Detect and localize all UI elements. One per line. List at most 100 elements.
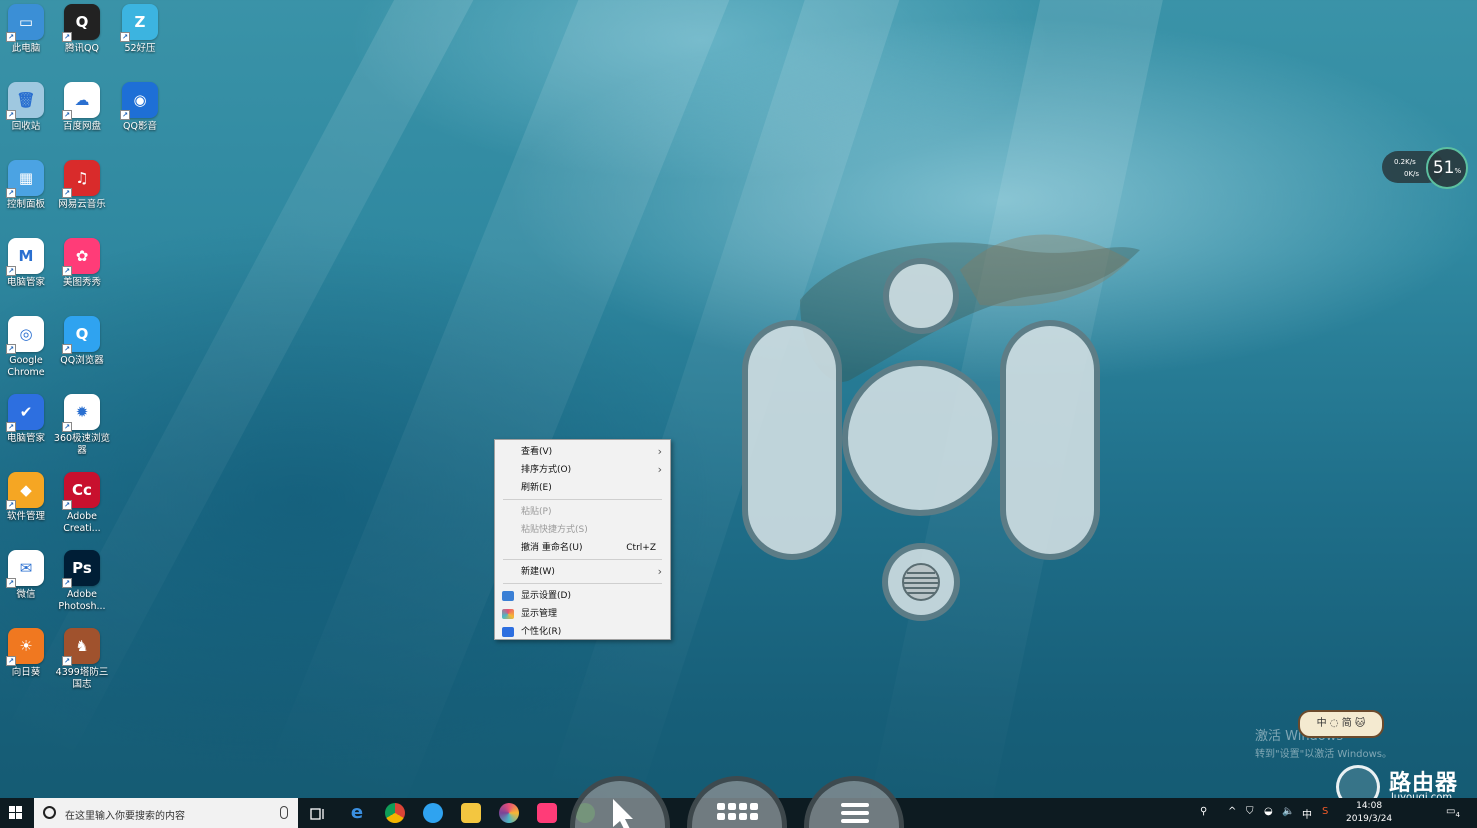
notification-icon[interactable]: ▭4 [1446,806,1460,819]
display-icon [502,591,514,601]
app-icon: ◉ ↗ [120,82,158,120]
taskbar-clock[interactable]: 14:08 2019/3/24 [1346,800,1392,826]
desktop-icon[interactable]: 🗑 ↗ 回收站 [0,82,55,133]
left-gesture-pad[interactable] [742,320,842,560]
desktop-icon[interactable]: Z ↗ 52好压 [111,4,169,55]
context-menu-item[interactable]: 排序方式(O) › [495,461,670,479]
shortcut-arrow-icon: ↗ [62,110,72,120]
app-icon: Q ↗ [62,4,100,42]
edge-browser-icon[interactable]: e [347,803,367,823]
desktop-icon[interactable]: ☁ ↗ 百度网盘 [53,82,111,133]
desktop-icon[interactable]: ✿ ↗ 美图秀秀 [53,238,111,289]
upload-speed: 0.2K/s [1394,158,1416,166]
chevron-right-icon: › [657,445,662,458]
shortcut-arrow-icon: ↗ [62,188,72,198]
app-icon: ♫ ↗ [62,160,100,198]
desktop-icon-label: 回收站 [11,121,41,132]
lines-icon [902,563,940,601]
desktop-icon-label: 微信 [16,589,36,600]
usage-unit: % [1454,167,1462,175]
chevron-right-icon: › [657,565,662,578]
360-browser-icon[interactable] [499,803,519,823]
hamburger-menu-button[interactable] [804,776,904,828]
network-icon[interactable]: ◒ [1264,806,1273,817]
desktop-icon-label: 电脑管家 [6,433,45,444]
shortcut-arrow-icon: ↗ [62,578,72,588]
app-icon: ▦ ↗ [6,160,44,198]
windows-start-icon[interactable] [0,798,32,828]
sogou-ime-icon[interactable]: S [1322,806,1328,817]
context-menu-item[interactable]: 查看(V) › [495,443,670,461]
desktop-icon[interactable]: M ↗ 电脑管家 [0,238,55,289]
shortcut-arrow-icon: ↗ [6,578,16,588]
desktop-icon-label: Adobe Photosh... [58,589,106,612]
file-explorer-icon[interactable] [461,803,481,823]
desktop-icon[interactable]: ◉ ↗ QQ影音 [111,82,169,133]
app-icon: 🗑 ↗ [6,82,44,120]
app-icon: ♞ ↗ [62,628,100,666]
meitu-icon[interactable] [537,803,557,823]
desktop-icon[interactable]: ▦ ↗ 控制面板 [0,160,55,211]
context-menu-item[interactable]: 显示管理 [495,605,670,623]
shortcut-arrow-icon: ↗ [62,266,72,276]
context-menu-item[interactable]: 新建(W) › [495,563,670,581]
shortcut-arrow-icon: ↗ [62,500,72,510]
ime-indicator[interactable]: 中 [1302,806,1312,821]
desktop-icon[interactable]: ✔ ↗ 电脑管家 [0,394,55,445]
desktop-icon[interactable]: Cc ↗ Adobe Creati... [53,472,111,535]
context-menu-item[interactable]: 显示设置(D) [495,587,670,605]
activate-windows-hint: 转到"设置"以激活 Windows。 [1255,749,1393,760]
desktop-icon[interactable]: Q ↗ 腾讯QQ [53,4,111,55]
desktop-icon[interactable]: ▭ ↗ 此电脑 [0,4,55,55]
desktop-icon[interactable]: ✹ ↗ 360极速浏览器 [53,394,111,457]
task-view-icon[interactable] [308,804,328,824]
desktop-icon-label: QQ影音 [123,121,157,132]
desktop-icon-label: 向日葵 [11,667,41,678]
apps-grid-button[interactable] [687,776,787,828]
context-menu-item[interactable]: 个性化(R) [495,623,670,641]
context-menu-item[interactable]: 撤消 重命名(U) Ctrl+Z [495,539,670,557]
desktop-icon[interactable]: ♞ ↗ 4399塔防三国志 [53,628,111,691]
app-icon: ✔ ↗ [6,394,44,432]
menu-item-label: 查看(V) [521,447,553,457]
pointer-mode-button[interactable] [570,776,670,828]
download-speed: 0K/s [1404,170,1420,178]
context-menu-item: 粘贴快捷方式(S) [495,521,670,539]
network-meter-widget[interactable]: 0.2K/s 0K/s 51% [1382,147,1472,189]
people-icon[interactable]: ⚲ [1200,806,1207,817]
shield-icon[interactable]: ⛉ [1246,806,1254,817]
desktop-icon-label: Adobe Creati... [63,511,101,534]
chevron-up-icon[interactable]: ^ [1228,806,1236,817]
clock-date: 2019/3/24 [1346,814,1393,824]
desktop-icon[interactable]: ✉ ↗ 微信 [0,550,55,601]
desktop-icon-label: 4399塔防三国志 [55,667,109,690]
microphone-icon[interactable] [280,806,288,819]
right-gesture-pad[interactable] [1000,320,1100,560]
qq-browser-icon[interactable] [423,803,443,823]
memory-usage-ring: 51% [1426,147,1468,189]
desktop-icon-label: 360极速浏览器 [53,433,111,456]
volume-icon[interactable]: 🔈 [1282,806,1294,817]
menu-gesture-button[interactable] [882,543,960,621]
desktop-icon[interactable]: ◎ ↗ Google Chrome [0,316,55,379]
chrome-icon[interactable] [385,803,405,823]
desktop-icons: ▭ ↗ 此电脑 Q ↗ 腾讯QQ Z ↗ 52好压 🗑 ↗ 回收站 ☁ ↗ 百度网盘 ◉ ↗ QQ影音 ▦ ↗ 控制面板… [0,0,180,790]
grid-dots-icon [717,803,758,820]
desktop-context-menu: 查看(V) › 排序方式(O) › 刷新(E) 粘贴(P) 粘贴快捷方式(S) 撤消 重命名(… [494,439,671,640]
menu-item-label: 粘贴(P) [521,507,552,517]
app-icon: Z ↗ [120,4,158,42]
desktop-icon-label: 网易云音乐 [58,199,106,210]
desktop-icon[interactable]: ◆ ↗ 软件管理 [0,472,55,523]
desktop-icon-label: 美图秀秀 [62,277,101,288]
desktop-icon[interactable]: Q ↗ QQ浏览器 [53,316,111,367]
desktop-icon[interactable]: ♫ ↗ 网易云音乐 [53,160,111,211]
top-gesture-button[interactable] [883,258,959,334]
center-gesture-button[interactable] [842,360,998,516]
desktop-icon[interactable]: ☀ ↗ 向日葵 [0,628,55,679]
pointer-icon [613,799,633,828]
context-menu-item[interactable]: 刷新(E) [495,479,670,497]
desktop-icon[interactable]: Ps ↗ Adobe Photosh... [53,550,111,613]
taskbar-search-box[interactable]: 在这里输入你要搜索的内容 [34,798,298,828]
menu-item-label: 粘贴快捷方式(S) [521,525,588,535]
shortcut-arrow-icon: ↗ [62,344,72,354]
